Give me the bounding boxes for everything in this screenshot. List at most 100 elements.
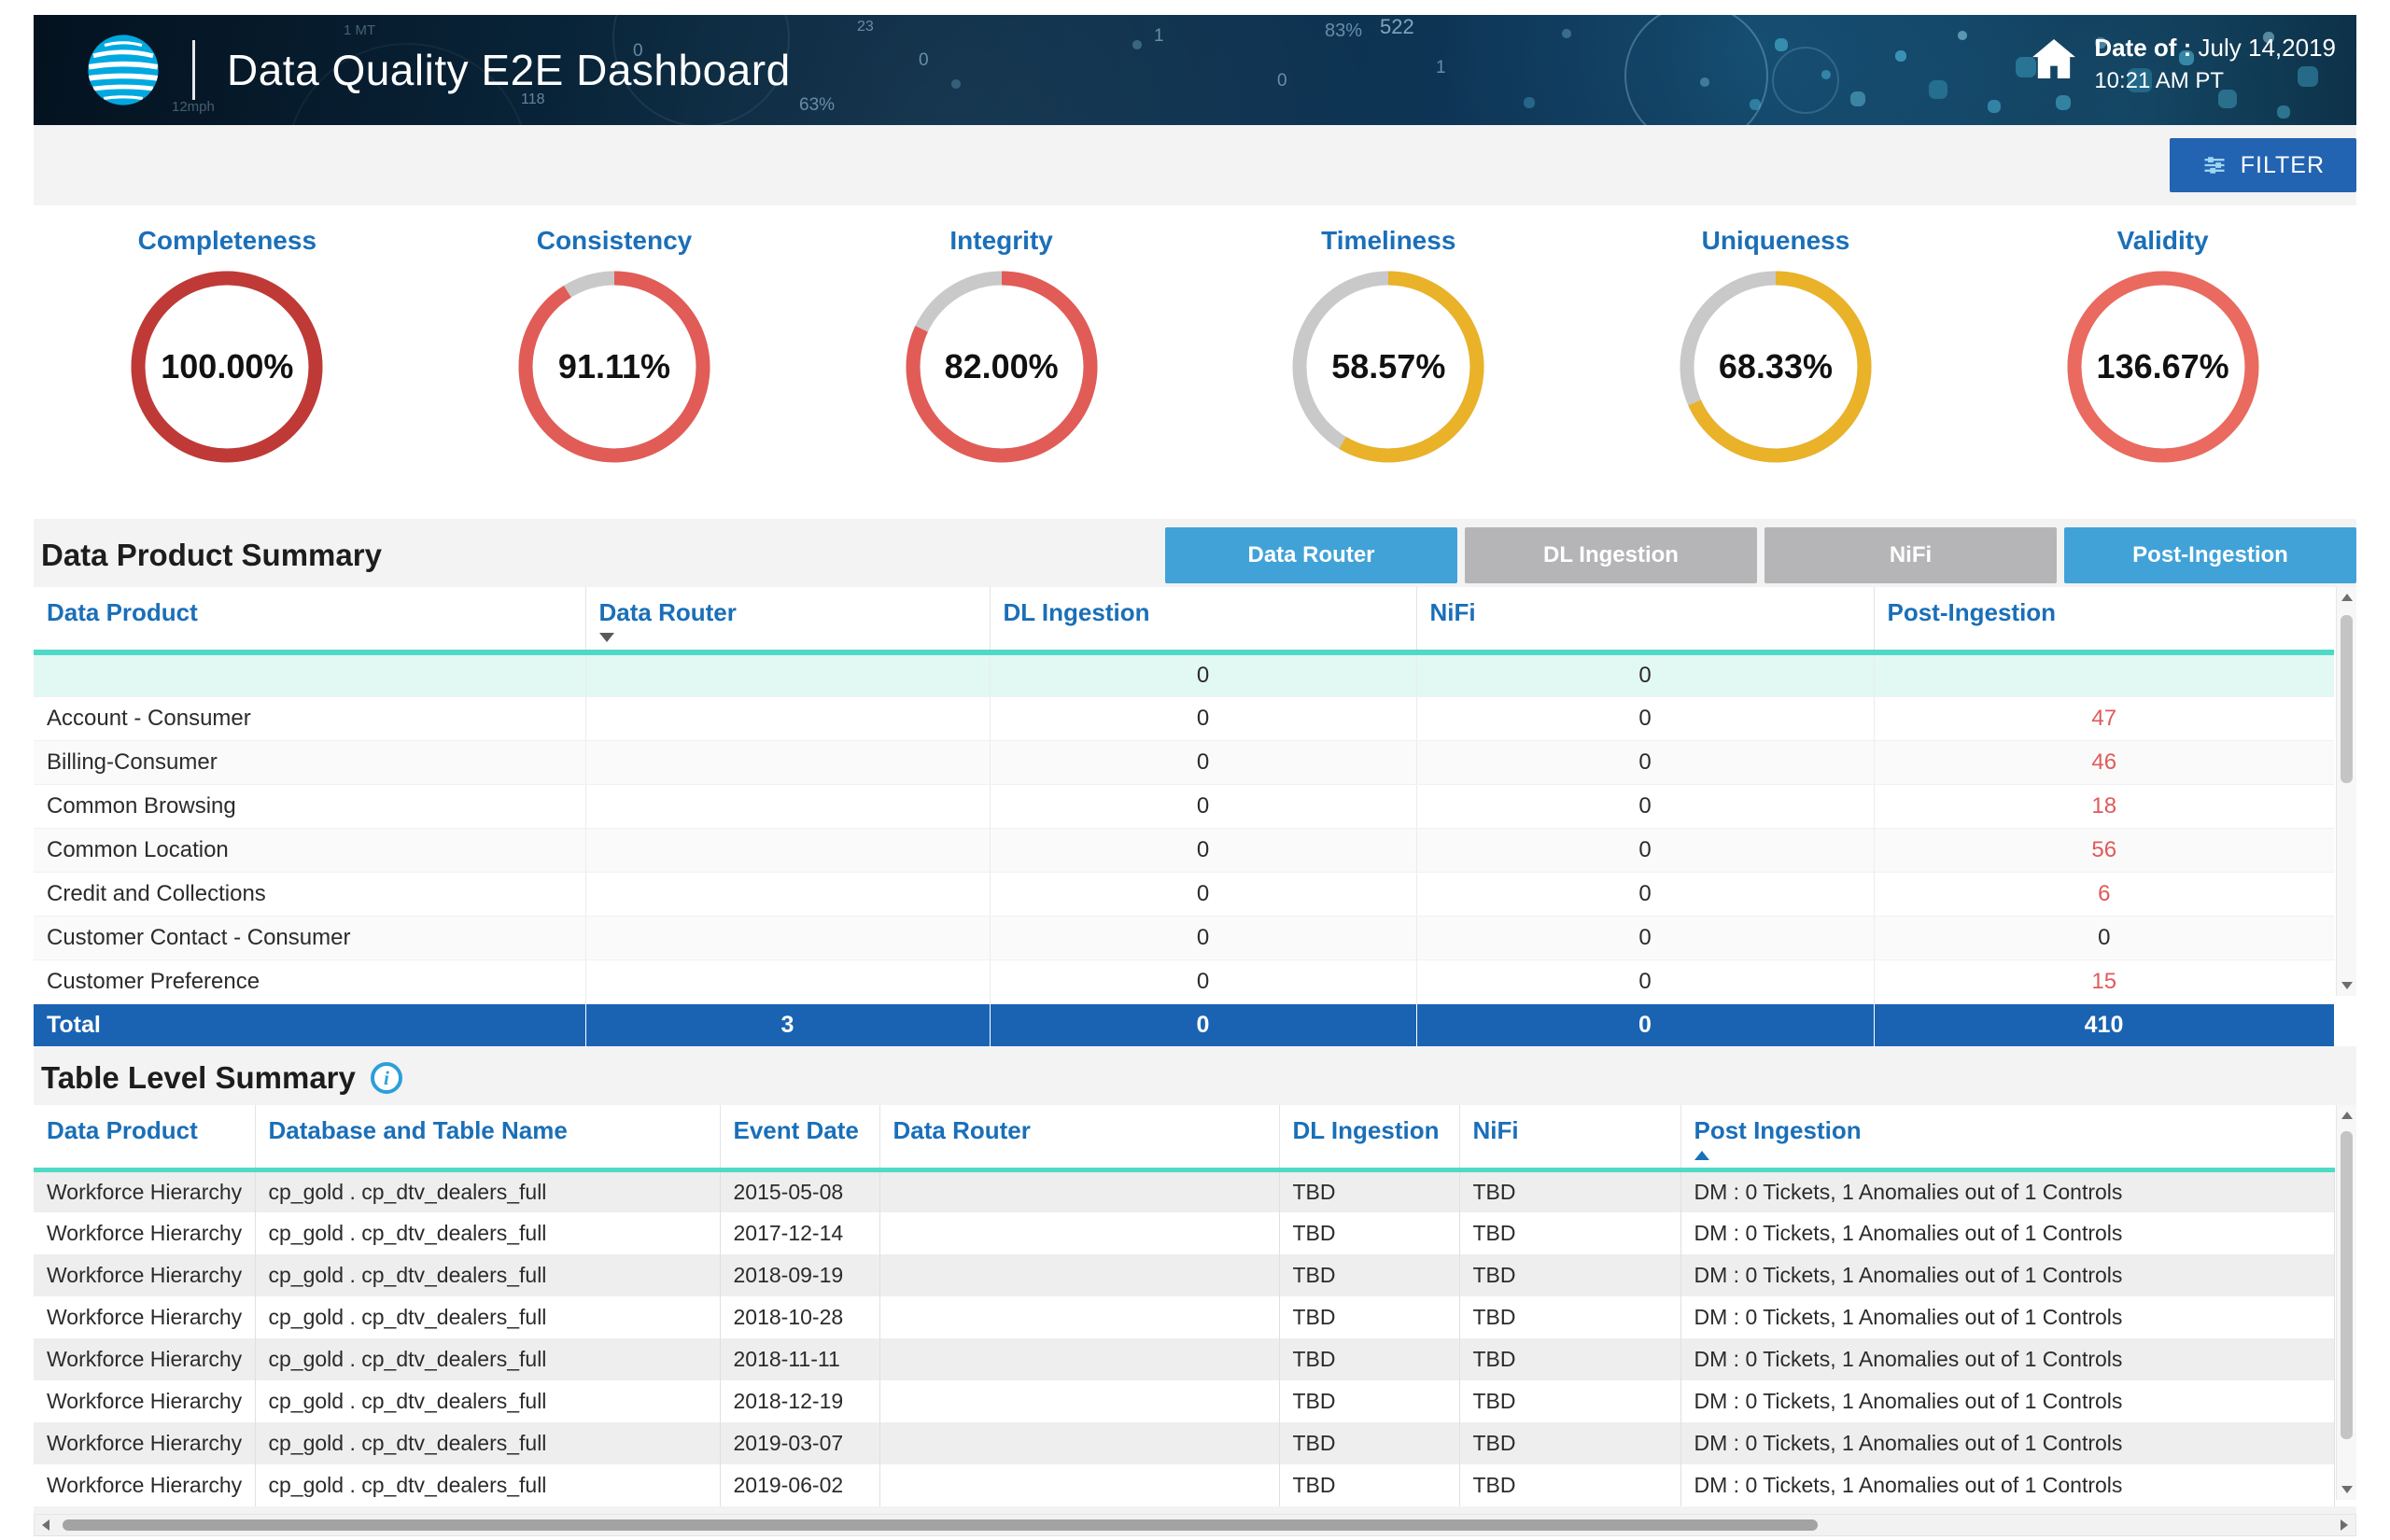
cell: cp_gold . cp_dtv_dealers_full bbox=[255, 1170, 720, 1212]
scrollbar-thumb[interactable] bbox=[2341, 1131, 2353, 1439]
table-row[interactable]: Workforce Hierarchy cp_gold . cp_dtv_dea… bbox=[34, 1464, 2334, 1506]
cell: 0 bbox=[1416, 828, 1874, 872]
tab-post-ingestion[interactable]: Post-Ingestion bbox=[2064, 527, 2356, 583]
table-row[interactable]: Common Browsing 0 0 18 bbox=[34, 784, 2334, 828]
table-row[interactable]: Workforce Hierarchy cp_gold . cp_dtv_dea… bbox=[34, 1212, 2334, 1254]
decor-text: 63% bbox=[799, 95, 835, 116]
gauge-label: Validity bbox=[2042, 226, 2285, 256]
scroll-left-button[interactable] bbox=[35, 1515, 57, 1535]
cell: 0 bbox=[990, 916, 1416, 959]
table-row[interactable]: Workforce Hierarchy cp_gold . cp_dtv_dea… bbox=[34, 1296, 2334, 1338]
cell: TBD bbox=[1459, 1338, 1680, 1380]
column-header-data-product[interactable]: Data Product bbox=[34, 1105, 255, 1170]
cell bbox=[585, 916, 990, 959]
table-row[interactable]: Customer Contact - Consumer 0 0 0 bbox=[34, 916, 2334, 959]
scroll-down-button[interactable] bbox=[2337, 975, 2357, 996]
column-header-nifi[interactable]: NiFi bbox=[1416, 587, 1874, 652]
decor-text: 23 bbox=[857, 19, 874, 35]
decor-text: 12mph bbox=[172, 99, 215, 115]
cell: 0 bbox=[1874, 916, 2334, 959]
dashboard-page: 83% 522 63% 118 1 0 0 1 23 12mph 1 MT 0 bbox=[34, 15, 2356, 1536]
table-row[interactable]: Workforce Hierarchy cp_gold . cp_dtv_dea… bbox=[34, 1338, 2334, 1380]
column-header-data-router[interactable]: Data Router bbox=[585, 587, 990, 652]
column-header-nifi[interactable]: NiFi bbox=[1459, 1105, 1680, 1170]
info-icon[interactable]: i bbox=[371, 1062, 402, 1094]
data-product-summary-table: Data Product Data Router DL Ingestion Ni… bbox=[34, 587, 2356, 1046]
table-level-summary-bar: Table Level Summary i bbox=[34, 1054, 2356, 1102]
column-header-post-ingestion[interactable]: Post Ingestion bbox=[1680, 1105, 2334, 1170]
cell: 2018-10-28 bbox=[720, 1296, 879, 1338]
cell: cp_gold . cp_dtv_dealers_full bbox=[255, 1338, 720, 1380]
cell: 2017-12-14 bbox=[720, 1212, 879, 1254]
cell bbox=[585, 696, 990, 740]
tab-dl-ingestion[interactable]: DL Ingestion bbox=[1465, 527, 1757, 583]
scrollbar-thumb[interactable] bbox=[2341, 615, 2353, 783]
date-block: Date of : July 14,2019 10:21 AM PT bbox=[2094, 34, 2336, 94]
gauge-label: Completeness bbox=[105, 226, 348, 256]
table-row[interactable]: Common Location 0 0 56 bbox=[34, 828, 2334, 872]
total-label: Total bbox=[34, 1003, 585, 1046]
cell: 0 bbox=[990, 828, 1416, 872]
gauge-consistency: Consistency 91.11% bbox=[493, 226, 736, 519]
filter-sliders-icon bbox=[2201, 152, 2228, 178]
gauge-completeness: Completeness 100.00% bbox=[105, 226, 348, 519]
cell: Workforce Hierarchy bbox=[34, 1296, 255, 1338]
cell: 0 bbox=[1416, 784, 1874, 828]
table-row[interactable]: Workforce Hierarchy cp_gold . cp_dtv_dea… bbox=[34, 1254, 2334, 1296]
scroll-right-button[interactable] bbox=[2333, 1515, 2355, 1535]
table-header-row: Data Product Data Router DL Ingestion Ni… bbox=[34, 587, 2334, 652]
cell: Customer Contact - Consumer bbox=[34, 916, 585, 959]
table-row[interactable]: Customer Preference 0 0 15 bbox=[34, 959, 2334, 1003]
gauge-value: 82.00% bbox=[904, 269, 1100, 465]
scrollbar-thumb[interactable] bbox=[63, 1519, 1818, 1531]
table-row[interactable]: Workforce Hierarchy cp_gold . cp_dtv_dea… bbox=[34, 1380, 2334, 1422]
decor-text: 1 bbox=[1436, 58, 1446, 78]
scroll-down-button[interactable] bbox=[2337, 1479, 2357, 1500]
cell: TBD bbox=[1459, 1422, 1680, 1464]
home-icon[interactable] bbox=[2032, 39, 2075, 78]
filter-button[interactable]: FILTER bbox=[2170, 138, 2356, 192]
column-header-database-table[interactable]: Database and Table Name bbox=[255, 1105, 720, 1170]
table-row[interactable]: Account - Consumer 0 0 47 bbox=[34, 696, 2334, 740]
cell: Account - Consumer bbox=[34, 696, 585, 740]
table-row[interactable]: Credit and Collections 0 0 6 bbox=[34, 872, 2334, 916]
gauge-ring: 91.11% bbox=[516, 269, 712, 465]
column-header-post-ingestion[interactable]: Post-Ingestion bbox=[1874, 587, 2334, 652]
column-label: Data Router bbox=[599, 598, 737, 626]
decor-text: 0 bbox=[1277, 71, 1287, 91]
vertical-scrollbar[interactable] bbox=[2336, 587, 2356, 996]
cell: 2019-03-07 bbox=[720, 1422, 879, 1464]
column-header-data-router[interactable]: Data Router bbox=[879, 1105, 1279, 1170]
cell: 0 bbox=[990, 740, 1416, 784]
toolbar: FILTER bbox=[34, 125, 2356, 205]
tab-data-router[interactable]: Data Router bbox=[1165, 527, 1457, 583]
cell: cp_gold . cp_dtv_dealers_full bbox=[255, 1380, 720, 1422]
table-row[interactable]: Workforce Hierarchy cp_gold . cp_dtv_dea… bbox=[34, 1422, 2334, 1464]
column-header-data-product[interactable]: Data Product bbox=[34, 587, 585, 652]
tab-nifi[interactable]: NiFi bbox=[1764, 527, 2057, 583]
cell: 46 bbox=[1874, 740, 2334, 784]
column-header-dl-ingestion[interactable]: DL Ingestion bbox=[1279, 1105, 1459, 1170]
column-header-event-date[interactable]: Event Date bbox=[720, 1105, 879, 1170]
decor-circle bbox=[1624, 15, 1768, 125]
table-row[interactable]: Workforce Hierarchy cp_gold . cp_dtv_dea… bbox=[34, 1170, 2334, 1212]
total-dl-ingestion: 0 bbox=[990, 1003, 1416, 1046]
table-row[interactable]: Billing-Consumer 0 0 46 bbox=[34, 740, 2334, 784]
column-header-dl-ingestion[interactable]: DL Ingestion bbox=[990, 587, 1416, 652]
cell: Common Browsing bbox=[34, 784, 585, 828]
gauge-ring: 82.00% bbox=[904, 269, 1100, 465]
scroll-up-button[interactable] bbox=[2337, 587, 2357, 608]
cell: 0 bbox=[990, 784, 1416, 828]
cell: 0 bbox=[1416, 740, 1874, 784]
gauge-integrity: Integrity 82.00% bbox=[880, 226, 1123, 519]
cell: TBD bbox=[1279, 1380, 1459, 1422]
horizontal-scrollbar[interactable] bbox=[34, 1514, 2356, 1536]
column-label: NiFi bbox=[1473, 1116, 1519, 1144]
cell: TBD bbox=[1279, 1296, 1459, 1338]
vertical-scrollbar[interactable] bbox=[2336, 1105, 2356, 1500]
scroll-up-button[interactable] bbox=[2337, 1105, 2357, 1126]
stage-tabs: Data Router DL Ingestion NiFi Post-Inges… bbox=[1165, 527, 2356, 583]
cell: Billing-Consumer bbox=[34, 740, 585, 784]
table-row[interactable]: 0 0 bbox=[34, 652, 2334, 696]
cell bbox=[879, 1422, 1279, 1464]
